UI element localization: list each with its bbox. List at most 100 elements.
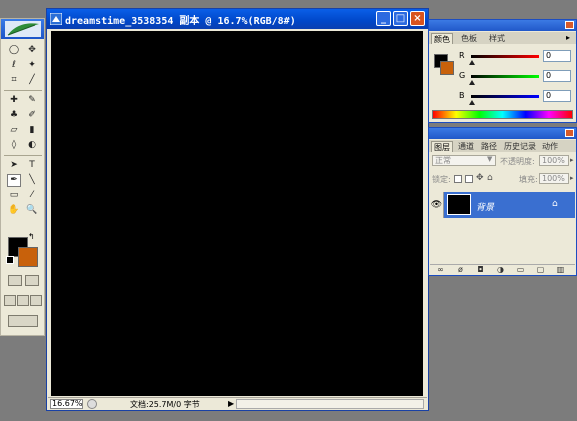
pen-tool-icon[interactable]: ✒: [7, 174, 21, 187]
panel-close-icon[interactable]: [565, 129, 574, 137]
move-tool-icon[interactable]: ✥: [25, 44, 39, 57]
opacity-label: 不透明度:: [500, 157, 535, 166]
notes-tool-icon[interactable]: ▭: [7, 189, 21, 202]
lock-all-icon[interactable]: ⌂: [487, 173, 493, 183]
standard-mode-button[interactable]: [8, 275, 22, 286]
opacity-field[interactable]: 100%: [539, 155, 569, 166]
clone-stamp-tool-icon[interactable]: ♣: [7, 109, 21, 122]
document-statusbar: 16.67% 文档:25.7M/0 字节 ▶: [48, 397, 427, 410]
tab-paths[interactable]: 路径: [479, 141, 499, 152]
healing-brush-tool-icon[interactable]: ✚: [7, 94, 21, 107]
zoom-tool-icon[interactable]: 🔍: [25, 204, 39, 217]
document-canvas[interactable]: [51, 31, 423, 396]
quick-mask-mode-button[interactable]: [25, 275, 39, 286]
swap-colors-icon[interactable]: ↰: [28, 232, 35, 241]
red-channel-label: R: [459, 51, 465, 60]
fill-field[interactable]: 100%: [539, 173, 569, 184]
screen-mode-full-button[interactable]: [30, 295, 42, 306]
fill-label: 填充:: [519, 175, 538, 184]
new-layer-icon[interactable]: ▢: [536, 266, 545, 274]
panel-close-icon[interactable]: [565, 21, 574, 29]
blue-channel-label: B: [459, 91, 465, 100]
line-tool-icon[interactable]: ╲: [25, 174, 39, 187]
layer-mask-icon[interactable]: ◘: [476, 266, 485, 274]
screen-mode-standard-button[interactable]: [4, 295, 16, 306]
red-slider[interactable]: [471, 55, 539, 58]
tab-swatches[interactable]: 色板: [459, 33, 479, 44]
feather-logo-icon[interactable]: [5, 21, 41, 37]
tab-layers[interactable]: 图层: [431, 141, 453, 152]
red-value-field[interactable]: 0: [543, 50, 571, 62]
toolbox-divider: [4, 155, 42, 156]
close-button[interactable]: ×: [410, 11, 425, 26]
path-selection-tool-icon[interactable]: ➤: [7, 159, 21, 172]
horizontal-scrollbar[interactable]: [236, 399, 424, 409]
history-brush-tool-icon[interactable]: ✐: [25, 109, 39, 122]
tab-actions[interactable]: 动作: [540, 141, 560, 152]
color-spectrum-bar[interactable]: [432, 110, 573, 119]
tab-styles[interactable]: 样式: [487, 33, 507, 44]
minimize-button[interactable]: _: [376, 11, 391, 26]
layer-style-icon[interactable]: ø: [456, 266, 465, 274]
lock-image-icon[interactable]: [465, 175, 473, 183]
layer-lock-icon: ⌂: [552, 199, 558, 209]
layers-panel-titlebar[interactable]: [429, 128, 576, 139]
status-menu-arrow-icon[interactable]: ▶: [228, 399, 234, 408]
green-slider[interactable]: [471, 75, 539, 78]
jump-to-imageready-button[interactable]: [8, 315, 38, 327]
green-value-field[interactable]: 0: [543, 70, 571, 82]
blue-slider-handle[interactable]: [469, 100, 475, 105]
gradient-tool-icon[interactable]: ▮: [25, 124, 39, 137]
new-group-icon[interactable]: ▭: [516, 266, 525, 274]
default-colors-icon[interactable]: [6, 256, 14, 264]
lock-position-icon[interactable]: ✥: [476, 173, 484, 183]
zoom-level-field[interactable]: 16.67%: [50, 399, 83, 409]
document-title: dreamstime_3538354 副本 @ 16.7%(RGB/8#): [65, 16, 296, 27]
document-size-info: 文档:25.7M/0 字节: [130, 400, 200, 409]
fill-arrow-icon[interactable]: ▸: [570, 174, 574, 182]
delete-layer-icon[interactable]: ▥: [556, 266, 565, 274]
layer-name: 背景: [476, 203, 495, 213]
screen-mode-full-menu-button[interactable]: [17, 295, 29, 306]
layers-panel-tabs: 图层 通道 路径 历史记录 动作: [429, 140, 576, 152]
toolbox: ◯ ✥ ℓ ✦ ⌗ ╱ ✚ ✎ ♣ ✐ ▱ ▮ ◊ ◐ ➤ T ✒ ╲ ▭ ⁄ …: [0, 18, 45, 336]
tab-channels[interactable]: 通道: [456, 141, 476, 152]
tab-history[interactable]: 历史记录: [502, 141, 538, 152]
green-slider-handle[interactable]: [469, 80, 475, 85]
color-panel-titlebar[interactable]: [429, 20, 576, 31]
eyedropper-tool-icon[interactable]: ⁄: [25, 189, 39, 202]
type-tool-icon[interactable]: T: [25, 159, 39, 172]
opacity-arrow-icon[interactable]: ▸: [570, 156, 574, 164]
color-panel-tabs: 颜色 色板 样式 ▸: [429, 32, 576, 44]
lasso-tool-icon[interactable]: ℓ: [7, 59, 21, 72]
blue-slider[interactable]: [471, 95, 539, 98]
link-layers-icon[interactable]: ∞: [436, 266, 445, 274]
brush-tool-icon[interactable]: ✎: [25, 94, 39, 107]
tab-color[interactable]: 颜色: [431, 33, 453, 44]
hand-tool-icon[interactable]: ✋: [7, 204, 21, 217]
chevron-down-icon[interactable]: ▼: [487, 155, 492, 163]
maximize-button[interactable]: □: [393, 11, 408, 26]
status-info-icon[interactable]: [87, 399, 97, 409]
red-slider-handle[interactable]: [469, 60, 475, 65]
lock-transparency-icon[interactable]: [454, 175, 462, 183]
background-color-swatch[interactable]: [18, 247, 38, 267]
crop-tool-icon[interactable]: ⌗: [7, 74, 21, 87]
panel-menu-icon[interactable]: ▸: [566, 33, 570, 42]
slice-tool-icon[interactable]: ╱: [25, 74, 39, 87]
document-titlebar[interactable]: dreamstime_3538354 副本 @ 16.7%(RGB/8#) _ …: [47, 9, 428, 29]
eraser-tool-icon[interactable]: ▱: [7, 124, 21, 137]
adjustment-layer-icon[interactable]: ◑: [496, 266, 505, 274]
blur-tool-icon[interactable]: ◊: [7, 139, 21, 152]
lock-label: 锁定:: [432, 175, 451, 184]
magic-wand-tool-icon[interactable]: ✦: [25, 59, 39, 72]
blue-value-field[interactable]: 0: [543, 90, 571, 102]
dodge-tool-icon[interactable]: ◐: [25, 139, 39, 152]
layers-list-empty-area[interactable]: [430, 218, 575, 263]
document-window: dreamstime_3538354 副本 @ 16.7%(RGB/8#) _ …: [46, 8, 429, 411]
layer-row[interactable]: 👁 背景 ⌂: [430, 192, 575, 218]
marquee-tool-icon[interactable]: ◯: [7, 44, 21, 57]
toolbox-header[interactable]: [1, 19, 44, 39]
color-background-swatch[interactable]: [440, 61, 454, 75]
eye-visibility-icon[interactable]: 👁: [430, 192, 444, 218]
